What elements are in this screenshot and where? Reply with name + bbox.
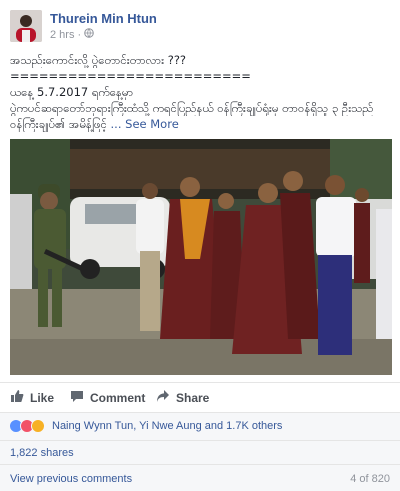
globe-icon[interactable] — [84, 28, 94, 41]
like-label: Like — [30, 390, 55, 405]
view-previous-comments-link[interactable]: View previous comments — [10, 473, 132, 485]
reactions-bar: Naing Wynn Tun, Yi Nwe Aung and 1.7K oth… — [0, 412, 400, 440]
comment-icon — [70, 389, 84, 406]
post-text-line-3: ယနေ့ 5.7.2017 ရက်နေ့မှာ — [10, 85, 134, 99]
post-time[interactable]: 2 hrs — [50, 29, 74, 41]
shares-bar: 1,822 shares — [0, 440, 400, 464]
share-button[interactable]: Share — [156, 389, 209, 406]
author-avatar[interactable] — [10, 10, 42, 42]
comments-count: 4 of 820 — [350, 473, 390, 485]
like-button[interactable]: Like — [10, 389, 54, 406]
post-header: Thurein Min Htun 2 hrs · — [10, 10, 390, 42]
action-bar: Like Comment Share — [0, 382, 400, 412]
shares-count[interactable]: 1,822 shares — [10, 447, 74, 459]
comment-label: Comment — [90, 390, 146, 405]
post-text-line-5: ဝန်ကြီးချုပ်၏ အမိန့်ဖြင့် ... See More — [10, 116, 390, 132]
comments-bar: View previous comments 4 of 820 — [0, 464, 400, 491]
post-text-last: ဝန်ကြီးချုပ်၏ အမိန့်ဖြင့် — [10, 117, 107, 131]
thumbs-up-icon — [10, 389, 24, 406]
post-text-line-4: ပွဲကပင်ဆရာတော်ဘုရားကြီးထံသို့ ကရင်ပြည်နယ… — [10, 101, 374, 115]
reaction-names[interactable]: Naing Wynn Tun, Yi Nwe Aung and 1.7K oth… — [52, 420, 282, 432]
post-text: အသည်းကောင်းလို့ ပွဲတောင်းတာလား ??? =====… — [10, 52, 390, 132]
author-name[interactable]: Thurein Min Htun — [50, 11, 157, 26]
reaction-icons[interactable] — [9, 419, 45, 433]
comment-button[interactable]: Comment — [70, 389, 145, 406]
post-text-separator: ========================= — [10, 69, 251, 83]
facebook-post: Thurein Min Htun 2 hrs · အသည်းကောင်းလို့… — [0, 0, 400, 491]
post-meta: 2 hrs · — [50, 28, 94, 41]
share-icon — [156, 389, 170, 406]
post-text-line-1: အသည်းကောင်းလို့ ပွဲတောင်းတာလား ??? — [10, 53, 187, 67]
haha-reaction-icon — [31, 419, 45, 433]
see-more-link[interactable]: ... See More — [111, 117, 179, 131]
dot-separator: · — [77, 28, 82, 41]
share-label: Share — [176, 390, 210, 405]
post-photo[interactable] — [10, 139, 392, 375]
